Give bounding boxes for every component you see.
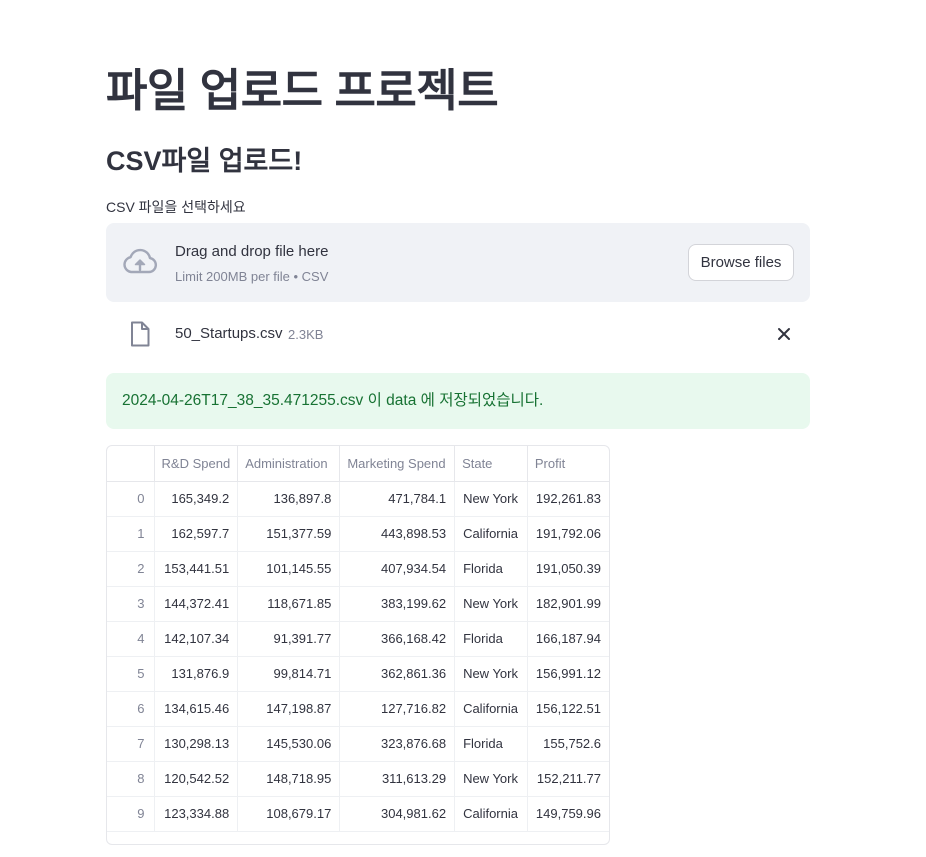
column-header-marketing-spend[interactable]: Marketing Spend <box>339 446 456 482</box>
table-cell[interactable]: 191,792.06 <box>527 516 609 552</box>
row-index-cell[interactable]: 1 <box>107 516 155 552</box>
table-cell[interactable]: 162,597.7 <box>154 516 239 552</box>
table-cell[interactable]: 142,107.34 <box>154 621 239 657</box>
row-index-cell[interactable]: 7 <box>107 726 155 762</box>
table-row: 9 123,334.88 108,679.17 304,981.62 Californi… <box>107 796 609 832</box>
table-row: 7 130,298.13 145,530.06 323,876.68 Florida 15… <box>107 726 609 762</box>
dataframe[interactable]: R&D Spend Administration Marketing Spend… <box>106 445 610 845</box>
table-cell[interactable]: 304,981.62 <box>339 796 456 832</box>
table-row: 0 165,349.2 136,897.8 471,784.1 New York 192,… <box>107 481 609 517</box>
table-cell[interactable]: 471,784.1 <box>339 481 456 517</box>
table-cell[interactable]: 153,441.51 <box>154 551 239 587</box>
file-dropzone[interactable]: Drag and drop file here Limit 200MB per … <box>106 223 810 302</box>
table-cell[interactable]: 383,199.62 <box>339 586 456 622</box>
table-cell[interactable]: 192,261.83 <box>527 481 609 517</box>
table-cell[interactable]: 101,145.55 <box>237 551 341 587</box>
file-uploader-label: CSV 파일을 선택하세요 <box>106 199 246 215</box>
table-cell[interactable]: 191,050.39 <box>527 551 609 587</box>
browse-files-button[interactable]: Browse files <box>688 244 794 281</box>
success-message: 2024-04-26T17_38_35.471255.csv 이 data 에 … <box>122 392 544 409</box>
table-cell[interactable]: 166,187.94 <box>527 621 609 657</box>
uploaded-file-name: 50_Startups.csv <box>175 325 283 342</box>
column-header-state[interactable]: State <box>454 446 528 482</box>
table-row: 3 144,372.41 118,671.85 383,199.62 New York 1… <box>107 586 609 622</box>
row-index-cell[interactable]: 6 <box>107 691 155 727</box>
table-cell[interactable]: Florida <box>454 726 528 762</box>
column-header-administration[interactable]: Administration <box>237 446 341 482</box>
table-cell[interactable]: 108,679.17 <box>237 796 341 832</box>
table-cell[interactable]: Florida <box>454 551 528 587</box>
page-title: 파일 업로드 프로젝트 <box>106 65 499 116</box>
table-cell[interactable]: 147,198.87 <box>237 691 341 727</box>
table-cell[interactable]: 151,377.59 <box>237 516 341 552</box>
close-icon[interactable] <box>776 326 792 342</box>
table-cell[interactable]: 366,168.42 <box>339 621 456 657</box>
table-cell[interactable]: 156,991.12 <box>527 656 609 692</box>
table-row: 2 153,441.51 101,145.55 407,934.54 Florida 19… <box>107 551 609 587</box>
table-row: 6 134,615.46 147,198.87 127,716.82 Californi… <box>107 691 609 727</box>
row-index-cell[interactable]: 8 <box>107 761 155 797</box>
table-cell[interactable]: California <box>454 516 528 552</box>
table-cell[interactable]: 136,897.8 <box>237 481 341 517</box>
table-cell[interactable]: 144,372.41 <box>154 586 239 622</box>
table-cell[interactable]: 152,211.77 <box>527 761 609 797</box>
table-cell[interactable]: 145,530.06 <box>237 726 341 762</box>
file-icon <box>131 321 150 347</box>
uploaded-file-item: 50_Startups.csv 2.3KB <box>106 314 810 354</box>
table-cell[interactable]: New York <box>454 761 528 797</box>
dropzone-instruction: Drag and drop file here <box>175 243 329 260</box>
column-header-index[interactable] <box>107 446 155 482</box>
table-cell[interactable]: 165,349.2 <box>154 481 239 517</box>
row-index-cell[interactable]: 0 <box>107 481 155 517</box>
column-header-rd-spend[interactable]: R&D Spend <box>154 446 239 482</box>
table-body: 0 165,349.2 136,897.8 471,784.1 New York 192,… <box>107 481 609 832</box>
column-header-profit[interactable]: Profit <box>527 446 609 482</box>
table-row: 8 120,542.52 148,718.95 311,613.29 New York 1… <box>107 761 609 797</box>
table-cell[interactable]: 311,613.29 <box>339 761 456 797</box>
table-cell[interactable]: 131,876.9 <box>154 656 239 692</box>
table-cell[interactable]: 123,334.88 <box>154 796 239 832</box>
table-cell[interactable]: 118,671.85 <box>237 586 341 622</box>
table-cell[interactable]: 134,615.46 <box>154 691 239 727</box>
table-cell[interactable]: 182,901.99 <box>527 586 609 622</box>
table-cell[interactable]: 149,759.96 <box>527 796 609 832</box>
table-cell[interactable]: California <box>454 691 528 727</box>
table-cell[interactable]: 120,542.52 <box>154 761 239 797</box>
table-cell[interactable]: 407,934.54 <box>339 551 456 587</box>
table-cell[interactable]: 156,122.51 <box>527 691 609 727</box>
table-cell[interactable]: 362,861.36 <box>339 656 456 692</box>
table-cell[interactable]: Florida <box>454 621 528 657</box>
dropzone-limit-text: Limit 200MB per file • CSV <box>175 269 329 284</box>
row-index-cell[interactable]: 5 <box>107 656 155 692</box>
table-cell[interactable]: 91,391.77 <box>237 621 341 657</box>
cloud-upload-icon <box>123 248 158 274</box>
table-cell[interactable]: 99,814.71 <box>237 656 341 692</box>
page-subheader: CSV파일 업로드! <box>106 146 303 176</box>
table-cell[interactable]: 130,298.13 <box>154 726 239 762</box>
table-cell[interactable]: 323,876.68 <box>339 726 456 762</box>
row-index-cell[interactable]: 2 <box>107 551 155 587</box>
table-row: 4 142,107.34 91,391.77 366,168.42 Florida 166… <box>107 621 609 657</box>
table-cell[interactable]: 443,898.53 <box>339 516 456 552</box>
table-cell[interactable]: 127,716.82 <box>339 691 456 727</box>
table-cell[interactable]: 155,752.6 <box>527 726 609 762</box>
table-header-row: R&D Spend Administration Marketing Spend… <box>107 446 609 482</box>
data-table: R&D Spend Administration Marketing Spend… <box>107 446 609 832</box>
table-cell[interactable]: New York <box>454 656 528 692</box>
row-index-cell[interactable]: 4 <box>107 621 155 657</box>
table-row: 1 162,597.7 151,377.59 443,898.53 California… <box>107 516 609 552</box>
table-cell[interactable]: 148,718.95 <box>237 761 341 797</box>
table-row: 5 131,876.9 99,814.71 362,861.36 New York 156… <box>107 656 609 692</box>
row-index-cell[interactable]: 3 <box>107 586 155 622</box>
table-cell[interactable]: California <box>454 796 528 832</box>
app-page: 파일 업로드 프로젝트 CSV파일 업로드! CSV 파일을 선택하세요 Dra… <box>0 0 926 857</box>
row-index-cell[interactable]: 9 <box>107 796 155 832</box>
success-alert: 2024-04-26T17_38_35.471255.csv 이 data 에 … <box>106 373 810 429</box>
table-cell[interactable]: New York <box>454 481 528 517</box>
table-cell[interactable]: New York <box>454 586 528 622</box>
uploaded-file-size: 2.3KB <box>288 327 324 342</box>
